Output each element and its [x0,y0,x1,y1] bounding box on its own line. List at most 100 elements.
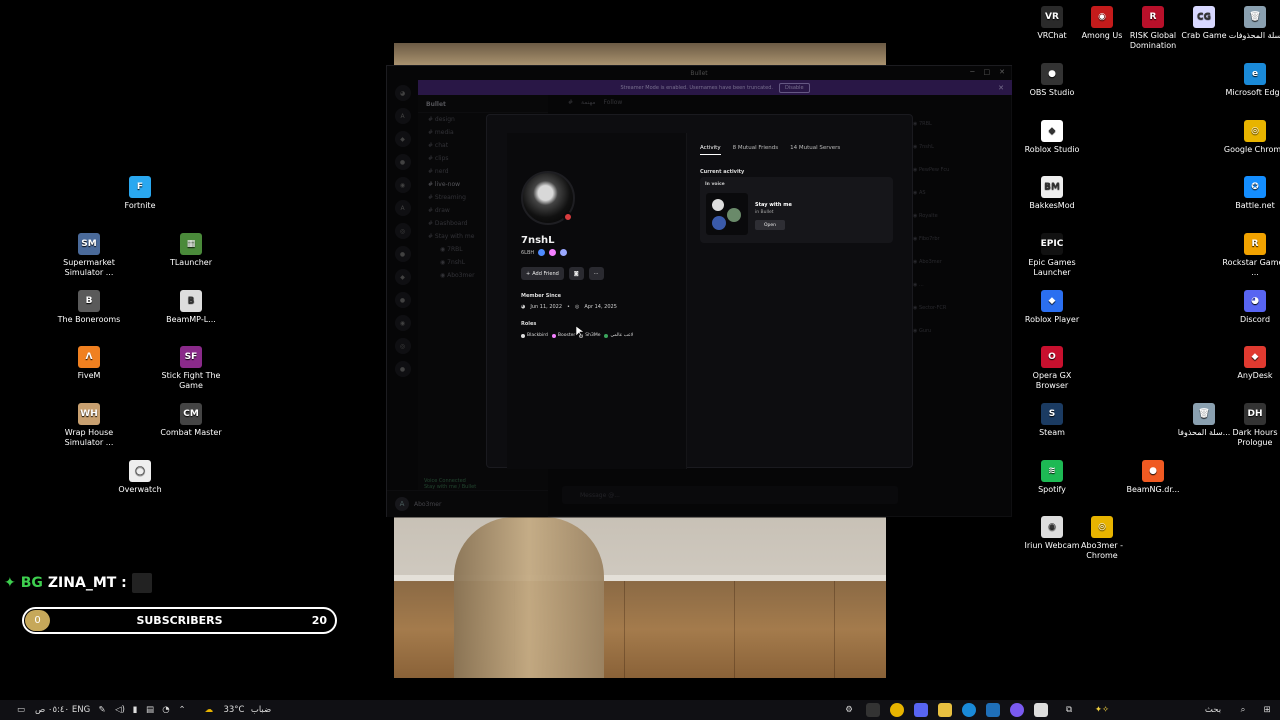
search-icon[interactable]: ⌕ [1236,703,1250,717]
profile-tab[interactable]: 8 Mutual Friends [733,145,779,155]
desktop-icon-label: Overwatch [118,485,162,494]
desktop-icon-label: Dark Hours Prologue [1232,428,1278,447]
desktop-icon-label: سلة المحذوفات [1228,31,1280,40]
widgets-icon[interactable]: ✦✧ [1088,703,1116,717]
open-button[interactable]: Open [755,220,785,230]
more-icon: ··· [593,270,599,277]
desktop-icon[interactable]: ◯ Overwatch [106,460,174,495]
desktop-icon-label: Wrap House Simulator ... [64,428,114,447]
settings-app-icon[interactable]: ⚙ [842,703,856,717]
message-button[interactable]: ◙ [568,267,584,280]
desktop-icon[interactable]: R Rockstar Games ... [1221,233,1280,278]
desktop-icon-label: The Bonerooms [57,315,121,324]
bonerooms-icon: B [78,290,100,312]
notification-icon[interactable]: ▭ [14,703,28,717]
role-chip[interactable]: Booster [551,333,575,338]
discord-taskbar-icon[interactable] [914,703,928,717]
role-name: لاعب عالمي [610,333,634,338]
weather-temp[interactable]: 33°C [220,703,248,717]
profile-tab[interactable]: 14 Mutual Servers [790,145,840,155]
chevron-up-icon[interactable]: ⌃ [176,703,188,717]
dark-hours-icon: DH [1244,403,1266,425]
desktop-icon-label: Discord [1239,315,1271,324]
desktop-icon-label: BeamMP-L... [166,315,216,324]
desktop: F Fortnite SM Supermarket Simulator ... ▦ TLa… [0,0,1280,720]
desktop-icon[interactable]: BM BakkesMod [1018,176,1086,211]
desktop-icon[interactable]: ◆ AnyDesk [1221,346,1280,381]
desktop-icon[interactable]: S Steam [1018,403,1086,438]
desktop-icon[interactable]: B BeamMP-L... [157,290,225,325]
discord-window[interactable]: Bullet ─ □ ✕ ◕ A ◆ ● ◉ A ◎ ● ◆ ● ◉ ◎ ● S… [386,65,1013,518]
vrchat-icon: VR [1041,6,1063,28]
profile-tab[interactable]: Activity [700,145,721,155]
opera-gx-icon: O [1041,346,1063,368]
weather-icon[interactable]: ☁ [202,703,216,717]
supermarket-icon: SM [78,233,100,255]
store-taskbar-icon[interactable] [1034,703,1048,717]
desktop-icon-label: BakkesMod [1029,201,1075,210]
copilot-taskbar-icon[interactable] [1010,703,1024,717]
desktop-icon[interactable]: ● BeamNG.dr... [1119,460,1187,495]
weather-desc[interactable]: ضباب [246,703,276,717]
desktop-icon[interactable]: ▦ TLauncher [157,233,225,268]
file-explorer-icon[interactable] [938,703,952,717]
more-button[interactable]: ··· [588,267,604,280]
search-label[interactable]: بحث [1200,703,1226,717]
vscode-taskbar-icon[interactable] [986,703,1000,717]
desktop-icon[interactable]: WH Wrap House Simulator ... [55,403,123,448]
diamond-icon: ✦ [4,575,16,591]
desktop-icon[interactable]: Λ FiveM [55,346,123,381]
language-indicator[interactable]: ENG [72,703,90,717]
role-chip[interactable]: Blackbird [521,333,548,338]
profile-tag: 6LBH [521,249,568,256]
desktop-icon[interactable]: ◆ Roblox Studio [1018,120,1086,155]
volume-icon[interactable]: ◁) [114,703,126,717]
discord-icon: ◕ [1244,290,1266,312]
desktop-icon[interactable]: ✪ Battle.net [1221,176,1280,211]
desktop-icon[interactable]: ● OBS Studio [1018,63,1086,98]
clock[interactable]: ٠٥:٤٠ ص [34,703,70,717]
chrome-taskbar-icon[interactable] [890,703,904,717]
desktop-icon[interactable]: SF Stick Fight The Game [157,346,225,391]
desktop-icon[interactable]: SM Supermarket Simulator ... [55,233,123,278]
desktop-icon[interactable]: EPIC Epic Games Launcher [1018,233,1086,278]
nitro-badge-icon [549,249,557,256]
desktop-icon[interactable]: DH Dark Hours Prologue [1221,403,1280,448]
streamer-tag: ✦ BG ZINA_MT : [4,573,152,593]
desktop-icon[interactable]: ◆ Roblox Player [1018,290,1086,325]
voice-activity-card: In voice Stay with me in Bullet Open [700,177,893,243]
desktop-icon[interactable]: ◕ Discord [1221,290,1280,325]
desktop-icon[interactable]: CM Combat Master [157,403,225,438]
desktop-icon-label: Fortnite [124,201,156,210]
subscriber-goal: 20 [311,614,327,627]
role-chip[interactable]: لاعب عالمي [604,333,633,338]
task-view-icon[interactable]: ⧉ [1062,703,1076,717]
obs-taskbar-icon[interactable] [866,703,880,717]
desktop-icon-label: Roblox Studio [1024,145,1080,154]
desktop-icon[interactable]: B The Bonerooms [55,290,123,325]
tray-icon[interactable]: ◔ [160,703,172,717]
server-thumbnail [706,193,748,235]
desktop-icon[interactable]: ◎ Abo3mer - Chrome [1068,516,1136,561]
microphone-icon[interactable]: ▮ [130,703,140,717]
network-icon[interactable]: ▤ [144,703,156,717]
profile-username: 7nshL [521,235,555,246]
profile-tabs: Activity 8 Mutual Friends 14 Mutual Server… [700,145,840,155]
edge-icon: e [1244,63,1266,85]
pen-icon[interactable]: ✎ [96,703,108,717]
desktop-icon[interactable]: 🗑 سلة المحذوفات [1221,6,1280,41]
desktop-icon[interactable]: F Fortnite [106,176,174,211]
mouse-cursor-icon [576,326,584,338]
desktop-icon[interactable]: ◎ Google Chrome [1221,120,1280,155]
desktop-icon[interactable]: O Opera GX Browser [1018,346,1086,391]
discord-join-date: Jun 11, 2022 [530,304,563,310]
desktop-icon-label: Battle.net [1235,201,1275,210]
badge-icon: BG [20,575,43,591]
risk-icon: R [1142,6,1164,28]
wrap-house-icon: WH [78,403,100,425]
windows-start-icon[interactable]: ⊞ [1260,703,1274,717]
desktop-icon[interactable]: ≋ Spotify [1018,460,1086,495]
desktop-icon[interactable]: e Microsoft Edge [1221,63,1280,98]
edge-taskbar-icon[interactable] [962,703,976,717]
add-friend-button[interactable]: + Add Friend [521,267,564,280]
